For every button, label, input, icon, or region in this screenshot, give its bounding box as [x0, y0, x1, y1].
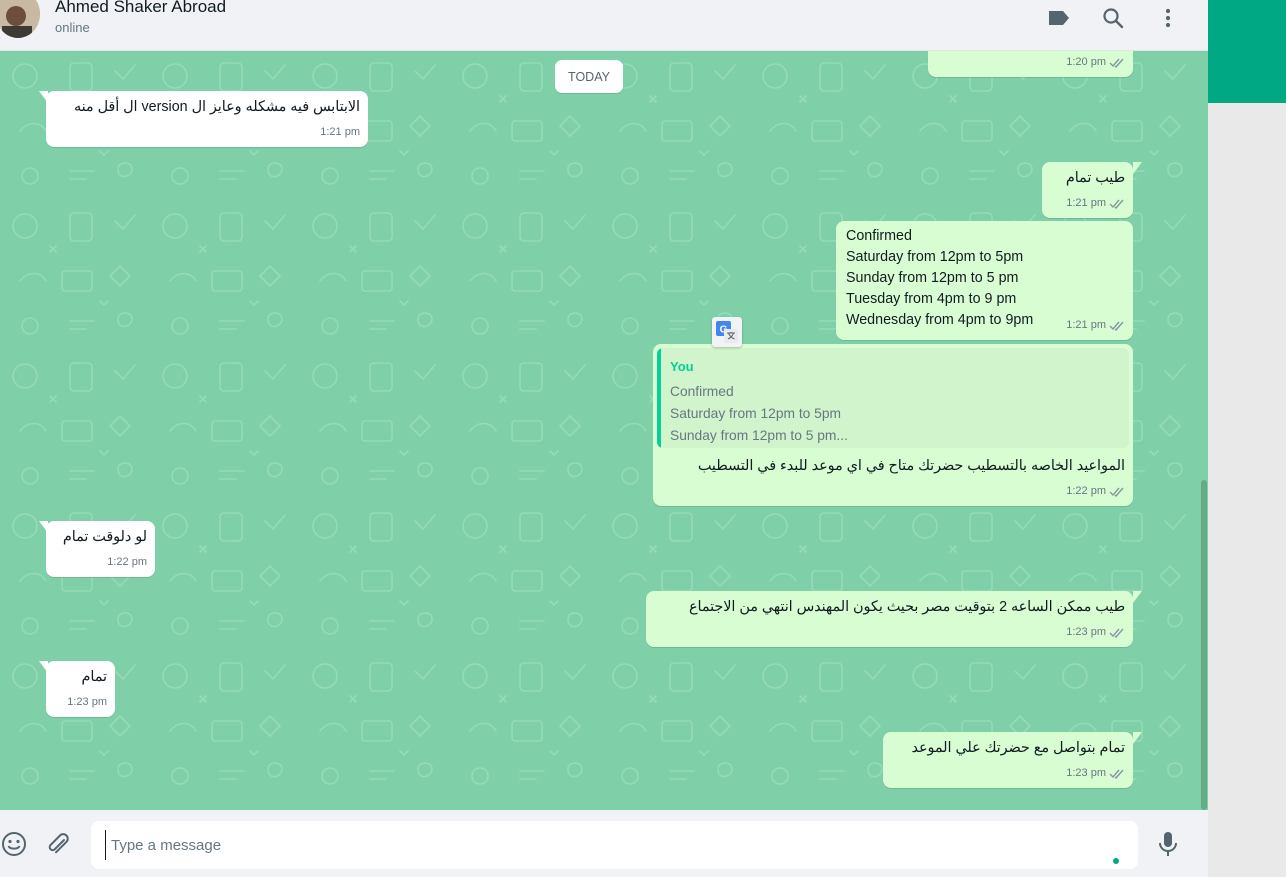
message-incoming[interactable]: لو دلوقت تمام 1:22 pm — [46, 521, 155, 577]
message-time: 1:20 pm — [1066, 56, 1106, 68]
message-time: 1:23 pm — [1066, 626, 1106, 638]
message-text: طيب تمام — [1065, 170, 1125, 186]
message-text: تمام — [81, 669, 107, 685]
message-outgoing[interactable]: Confirmed Saturday from 12pm to 5pm Sund… — [836, 221, 1133, 340]
whatsapp-web-window: Ahmed Shaker Abroad online TODAY 1:20 pm… — [0, 0, 1286, 877]
contact-status: online — [55, 20, 90, 35]
search-icon[interactable] — [1100, 5, 1126, 31]
message-text: لو دلوقت تمام — [62, 529, 147, 545]
message-text: طيب ممكن الساعه 2 بتوقيت مصر بحيث يكون ا… — [688, 599, 1125, 615]
message-line: Sunday from 12pm to 5 pm — [846, 270, 1019, 286]
chat-header: Ahmed Shaker Abroad online — [0, 0, 1208, 51]
more-vertical-icon[interactable] — [1155, 5, 1181, 31]
read-receipt-icon — [1109, 769, 1124, 779]
side-panel-header — [1208, 0, 1286, 103]
bubble-tail — [1133, 591, 1142, 603]
message-time: 1:21 pm — [1066, 319, 1106, 331]
message-time: 1:22 pm — [1066, 485, 1106, 497]
message-line: Saturday from 12pm to 5pm — [846, 249, 1024, 265]
message-time: 1:21 pm — [320, 126, 360, 138]
message-time: 1:22 pm — [107, 556, 147, 568]
quote-line: Saturday from 12pm to 5pm — [670, 406, 842, 421]
bubble-tail — [1133, 162, 1142, 174]
read-receipt-icon — [1109, 487, 1124, 497]
message-outgoing[interactable]: تمام بتواصل مع حضرتك علي الموعد 1:23 pm — [883, 732, 1133, 788]
avatar[interactable] — [0, 0, 40, 38]
message-outgoing[interactable]: طيب تمام 1:21 pm — [1042, 162, 1133, 218]
message-line: Tuesday from 4pm to 9 pm — [846, 291, 1017, 307]
quote-author: You — [670, 359, 694, 374]
google-translate-icon[interactable]: G — [712, 317, 742, 347]
read-receipt-icon — [1109, 199, 1124, 209]
quote-line: Confirmed — [670, 384, 734, 399]
emoji-icon[interactable] — [0, 829, 29, 859]
quoted-message[interactable]: You Confirmed Saturday from 12pm to 5pm … — [657, 348, 1129, 448]
message-time: 1:21 pm — [1066, 197, 1106, 209]
message-composer — [91, 821, 1138, 869]
message-outgoing[interactable]: طيب ممكن الساعه 2 بتوقيت مصر بحيث يكون ا… — [646, 591, 1133, 647]
scrollbar[interactable] — [1201, 480, 1207, 810]
quote-line: Sunday from 12pm to 5 pm... — [670, 428, 848, 443]
read-receipt-icon — [1109, 58, 1124, 68]
microphone-icon[interactable] — [1153, 829, 1183, 859]
side-panel — [1208, 0, 1286, 877]
bubble-tail — [1133, 732, 1142, 744]
label-icon[interactable] — [1046, 5, 1072, 31]
read-receipt-icon — [1109, 628, 1124, 638]
message-text: تمام بتواصل مع حضرتك علي الموعد — [911, 740, 1125, 756]
message-incoming[interactable]: الابتابس فيه مشكله وعايز ال version ال أ… — [46, 91, 368, 147]
message-outgoing[interactable]: 1:20 pm — [928, 51, 1133, 77]
message-time: 1:23 pm — [1066, 767, 1106, 779]
message-time: 1:23 pm — [67, 696, 107, 708]
composer-bar — [0, 810, 1208, 877]
message-text: المواعيد الخاصه بالتسطيب حضرتك متاح في ا… — [697, 458, 1125, 474]
quote-accent-bar — [657, 348, 661, 448]
message-text: الابتابس فيه مشكله وعايز ال version ال أ… — [73, 99, 360, 115]
day-divider: TODAY — [555, 60, 623, 93]
message-input[interactable] — [105, 830, 1085, 860]
message-line: Confirmed — [846, 228, 912, 244]
status-dot — [1113, 858, 1119, 864]
message-line: Wednesday from 4pm to 9pm — [846, 312, 1034, 328]
message-list[interactable]: TODAY 1:20 pm الابتابس فيه مشكله وعايز ا… — [0, 51, 1208, 810]
attach-icon[interactable] — [43, 829, 73, 859]
message-outgoing-reply[interactable]: You Confirmed Saturday from 12pm to 5pm … — [653, 344, 1133, 506]
contact-name[interactable]: Ahmed Shaker Abroad — [55, 0, 226, 17]
read-receipt-icon — [1109, 321, 1124, 331]
message-incoming[interactable]: تمام 1:23 pm — [46, 661, 115, 717]
